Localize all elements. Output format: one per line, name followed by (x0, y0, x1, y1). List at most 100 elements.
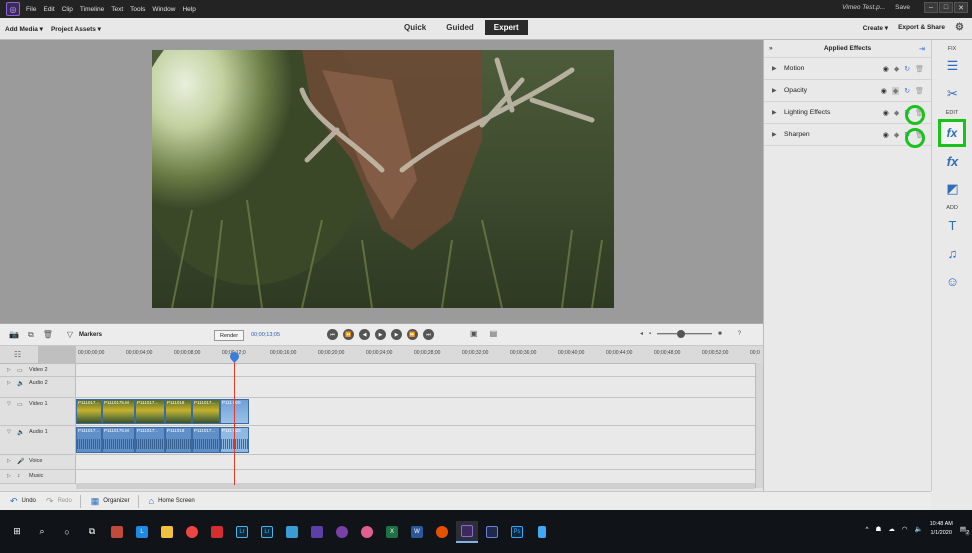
audio-clip[interactable]: P111017... (135, 427, 165, 453)
cloud-icon[interactable]: ☁ (888, 525, 895, 533)
eye-icon[interactable]: ◉ (883, 109, 889, 117)
excel-icon[interactable]: X (381, 521, 403, 543)
expand-triangle-icon[interactable]: ▶ (772, 65, 780, 72)
monitor-icon[interactable]: ▣ (470, 329, 478, 338)
eye-icon[interactable]: ◉ (881, 87, 887, 95)
panel-collapse-icon[interactable]: ⇥ (919, 45, 925, 53)
chrome-icon[interactable] (181, 521, 203, 543)
clock[interactable]: 10:48 AM 1/1/2020 (930, 520, 953, 538)
track-area[interactable]: P111017... P1110175.M P111017... P111018… (76, 426, 755, 454)
add-media-dropdown[interactable]: Add Media ▾ (5, 25, 43, 33)
save-button[interactable]: Save (895, 4, 910, 11)
track-options-icon[interactable]: ☷ (14, 350, 21, 359)
menu-timeline[interactable]: Timeline (80, 6, 104, 13)
tools-icon[interactable]: ✂ (932, 80, 972, 108)
adjust-icon[interactable]: ☰ (932, 52, 972, 80)
taskbar-app-icon[interactable] (106, 521, 128, 543)
video-clip[interactable]: P111018 (165, 399, 192, 424)
track-area[interactable] (76, 364, 755, 376)
taskbar-app-icon[interactable]: L (131, 521, 153, 543)
menu-edit[interactable]: Edit (43, 6, 54, 13)
next-edit-icon[interactable]: ⏩ (407, 329, 418, 340)
goto-end-icon[interactable]: ⏭ (423, 329, 434, 340)
timecode-display[interactable]: 00;00;13;05 (251, 332, 280, 338)
notification-center-icon[interactable]: ▤ 2 (960, 525, 970, 536)
redo-button[interactable]: ↷ Redo (46, 496, 72, 507)
zoom-minus-icon[interactable]: ▪ (649, 331, 651, 337)
lightroom-icon[interactable]: Lr (231, 521, 253, 543)
create-dropdown[interactable]: Create ▾ (863, 24, 888, 32)
export-share-button[interactable]: Export & Share (898, 24, 945, 31)
step-forward-icon[interactable]: ▶ (391, 329, 402, 340)
titles-icon[interactable]: T (932, 211, 972, 239)
maximize-button[interactable]: □ (939, 2, 953, 13)
zoom-slider[interactable] (657, 329, 713, 338)
track-twirl-icon[interactable]: ▷ (7, 380, 15, 386)
menu-clip[interactable]: Clip (62, 6, 73, 13)
search-icon[interactable]: ⌕ (31, 521, 53, 543)
markers-dropdown[interactable]: Markers (79, 332, 102, 338)
add-track-icon[interactable]: ⧉ (28, 330, 34, 340)
photoshop-icon[interactable]: Ps (506, 521, 528, 543)
keyframe-icon[interactable]: ◆ (894, 65, 899, 73)
prev-edit-icon[interactable]: ⏪ (343, 329, 354, 340)
audio-clip[interactable]: P111017... (192, 427, 220, 453)
video-clip[interactable]: P111017... (192, 399, 220, 424)
split-view-icon[interactable]: ▤ (490, 329, 498, 338)
effect-row-opacity[interactable]: ▶ Opacity ◉ ◆ ↻ 🗑 (764, 80, 931, 102)
render-button[interactable]: Render (214, 330, 245, 341)
wifi-icon[interactable]: ◠ (902, 525, 908, 533)
applied-effects-icon[interactable]: fx (938, 119, 966, 147)
expand-triangle-icon[interactable]: ▶ (772, 87, 780, 94)
track-twirl-icon[interactable]: ▷ (7, 367, 15, 373)
project-assets-dropdown[interactable]: Project Assets ▾ (51, 25, 101, 33)
transitions-icon[interactable]: ◩ (932, 175, 972, 203)
windows-start-icon[interactable]: ⊞ (6, 521, 28, 543)
expand-triangle-icon[interactable]: ▶ (772, 109, 780, 116)
video-clip[interactable]: P1110175.M (102, 399, 135, 424)
time-ruler[interactable]: ☷ 00;00;00;00 00;00;04;00 00;00;08;00 00;00… (0, 346, 763, 364)
volume-icon[interactable]: 🔈 (915, 525, 923, 533)
cortana-icon[interactable]: ○ (56, 521, 78, 543)
menu-window[interactable]: Window (152, 6, 175, 13)
settings-gear-icon[interactable]: ⚙ (955, 22, 964, 33)
taskbar-app-icon[interactable] (306, 521, 328, 543)
keyframe-icon[interactable]: ◆ (891, 86, 900, 95)
audio-clip[interactable]: P111017... (76, 427, 102, 453)
menu-text[interactable]: Text (111, 6, 123, 13)
track-twirl-icon[interactable]: ▷ (7, 458, 15, 464)
menu-file[interactable]: File (26, 6, 36, 13)
timeline-horizontal-scrollbar[interactable] (76, 483, 755, 489)
goto-start-icon[interactable]: ⏮ (327, 329, 338, 340)
keyframe-icon[interactable]: ◆ (894, 131, 899, 139)
taskbar-app-icon[interactable] (206, 521, 228, 543)
trash-icon[interactable]: 🗑 (915, 87, 924, 95)
track-twirl-icon[interactable]: ▽ (7, 429, 15, 435)
tray-overflow-icon[interactable]: ^ (865, 526, 868, 533)
premiere-elements-taskbar-icon[interactable] (456, 520, 478, 543)
video-clip[interactable]: P111017... (135, 399, 165, 424)
video-clip[interactable]: P111017... (76, 399, 102, 424)
task-view-icon[interactable]: ⧉ (81, 521, 103, 543)
eye-icon[interactable]: ◉ (883, 131, 889, 139)
menu-tools[interactable]: Tools (130, 6, 145, 13)
track-twirl-icon[interactable]: ▽ (7, 401, 15, 407)
help-icon[interactable]: ? (738, 331, 741, 337)
markers-icon[interactable]: ▽ (67, 330, 73, 339)
mode-expert[interactable]: Expert (484, 20, 528, 35)
taskbar-app-icon[interactable] (331, 521, 353, 543)
home-screen-button[interactable]: ⌂ Home Screen (149, 496, 195, 506)
expand-triangle-icon[interactable]: ▶ (772, 131, 780, 138)
taskbar-app-icon[interactable] (531, 521, 553, 543)
graphics-icon[interactable]: ☺ (932, 267, 972, 295)
audio-clip[interactable]: P1110175.M (102, 427, 135, 453)
track-area[interactable] (76, 455, 755, 469)
trash-icon[interactable]: 🗑 (915, 65, 924, 73)
track-area[interactable]: P111017... P1110175.M P111017... P111018… (76, 398, 755, 425)
minimize-button[interactable]: – (924, 2, 938, 13)
track-area[interactable] (76, 377, 755, 397)
panel-expand-icon[interactable]: » (769, 45, 773, 52)
zoom-plus-icon[interactable]: ■ (718, 331, 722, 337)
keyframe-icon[interactable]: ◆ (894, 109, 899, 117)
audio-clip[interactable]: P111018 (165, 427, 192, 453)
